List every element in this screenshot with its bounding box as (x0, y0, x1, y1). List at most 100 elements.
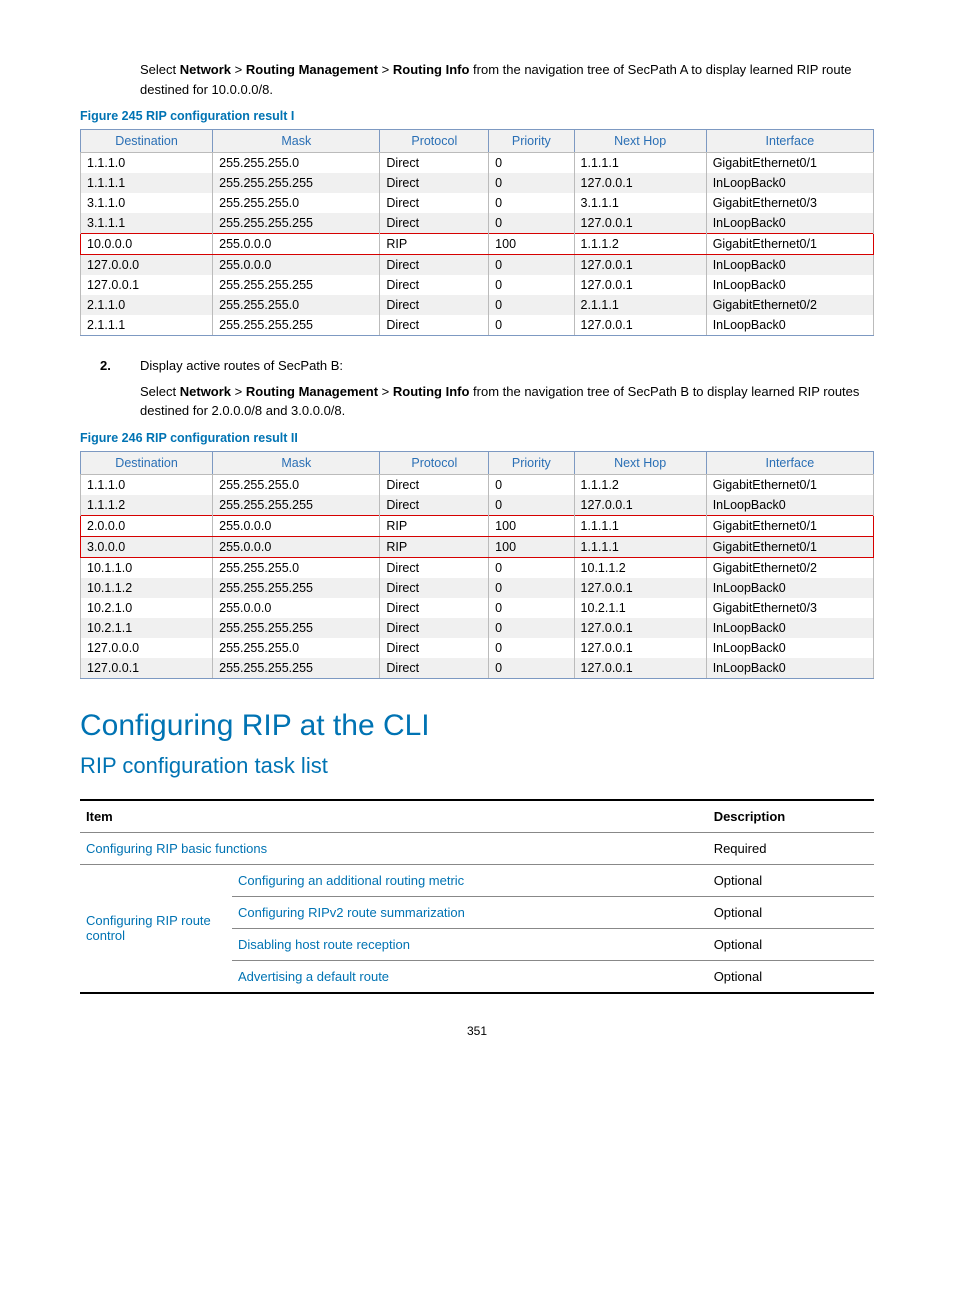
col-desc: Description (708, 800, 874, 833)
task-item-link[interactable]: Configuring RIP basic functions (80, 832, 708, 864)
cell-iface: InLoopBack0 (706, 495, 873, 516)
cell-prio: 100 (489, 536, 574, 557)
col-header: Next Hop (574, 130, 706, 153)
figure-245-caption: Figure 245 RIP configuration result I (80, 109, 874, 123)
col-header: Mask (213, 451, 380, 474)
task-item-link[interactable]: Configuring an additional routing metric (232, 864, 708, 896)
cell-proto: RIP (380, 536, 489, 557)
task-item-link[interactable]: Disabling host route reception (232, 928, 708, 960)
cell-prio: 0 (489, 153, 574, 174)
task-item-link[interactable]: Advertising a default route (232, 960, 708, 993)
cell-prio: 0 (489, 213, 574, 234)
cell-mask: 255.0.0.0 (213, 515, 380, 536)
cell-nexthop: 3.1.1.1 (574, 193, 706, 213)
cell-nexthop: 1.1.1.2 (574, 234, 706, 255)
table-row: 2.1.1.1255.255.255.255Direct0127.0.0.1In… (81, 315, 874, 336)
cell-prio: 0 (489, 295, 574, 315)
cell-iface: InLoopBack0 (706, 213, 873, 234)
cell-dest: 1.1.1.1 (81, 173, 213, 193)
cell-iface: GigabitEthernet0/1 (706, 515, 873, 536)
table-row: 10.0.0.0255.0.0.0RIP1001.1.1.2GigabitEth… (81, 234, 874, 255)
task-item-link[interactable]: Configuring RIPv2 route summarization (232, 896, 708, 928)
cell-prio: 0 (489, 275, 574, 295)
cell-mask: 255.255.255.255 (213, 495, 380, 516)
task-desc: Optional (708, 960, 874, 993)
cell-proto: Direct (380, 193, 489, 213)
table-row: 10.1.1.0255.255.255.0Direct010.1.1.2Giga… (81, 557, 874, 578)
cell-nexthop: 10.2.1.1 (574, 598, 706, 618)
cell-mask: 255.255.255.0 (213, 638, 380, 658)
cell-iface: InLoopBack0 (706, 173, 873, 193)
cell-nexthop: 127.0.0.1 (574, 255, 706, 276)
intro-paragraph-1: Select Network > Routing Management > Ro… (140, 60, 874, 99)
cell-dest: 2.0.0.0 (81, 515, 213, 536)
t: > (231, 62, 246, 77)
cell-iface: GigabitEthernet0/3 (706, 193, 873, 213)
cell-iface: InLoopBack0 (706, 275, 873, 295)
col-header: Next Hop (574, 451, 706, 474)
cell-proto: Direct (380, 495, 489, 516)
cell-nexthop: 127.0.0.1 (574, 578, 706, 598)
task-desc: Optional (708, 864, 874, 896)
intro-paragraph-2: Select Network > Routing Management > Ro… (140, 382, 874, 421)
cell-mask: 255.0.0.0 (213, 255, 380, 276)
cell-dest: 10.1.1.2 (81, 578, 213, 598)
cell-iface: GigabitEthernet0/1 (706, 153, 873, 174)
cell-mask: 255.255.255.0 (213, 295, 380, 315)
cell-proto: Direct (380, 618, 489, 638)
cell-dest: 1.1.1.0 (81, 153, 213, 174)
t: Routing Management (246, 62, 378, 77)
table-row: 2.1.1.0255.255.255.0Direct02.1.1.1Gigabi… (81, 295, 874, 315)
cell-nexthop: 127.0.0.1 (574, 638, 706, 658)
col-header: Destination (81, 130, 213, 153)
cell-nexthop: 127.0.0.1 (574, 173, 706, 193)
t: Network (180, 62, 231, 77)
table-row: 10.1.1.2255.255.255.255Direct0127.0.0.1I… (81, 578, 874, 598)
table-row: 127.0.0.0255.255.255.0Direct0127.0.0.1In… (81, 638, 874, 658)
table-row: 3.1.1.0255.255.255.0Direct03.1.1.1Gigabi… (81, 193, 874, 213)
t: Select (140, 62, 180, 77)
cell-proto: RIP (380, 515, 489, 536)
routing-table-245: DestinationMaskProtocolPriorityNext HopI… (80, 129, 874, 336)
cell-proto: RIP (380, 234, 489, 255)
cell-nexthop: 127.0.0.1 (574, 618, 706, 638)
step-2: 2. Display active routes of SecPath B: (80, 356, 874, 376)
cell-dest: 127.0.0.0 (81, 638, 213, 658)
cell-dest: 127.0.0.1 (81, 275, 213, 295)
t: Routing Info (393, 384, 470, 399)
cell-nexthop: 1.1.1.1 (574, 536, 706, 557)
cell-nexthop: 127.0.0.1 (574, 315, 706, 336)
table-row: 10.2.1.1255.255.255.255Direct0127.0.0.1I… (81, 618, 874, 638)
cell-dest: 1.1.1.0 (81, 474, 213, 495)
cell-nexthop: 1.1.1.1 (574, 153, 706, 174)
cell-iface: InLoopBack0 (706, 658, 873, 679)
table-row: 3.1.1.1255.255.255.255Direct0127.0.0.1In… (81, 213, 874, 234)
table-row: 1.1.1.0255.255.255.0Direct01.1.1.1Gigabi… (81, 153, 874, 174)
cell-mask: 255.0.0.0 (213, 536, 380, 557)
step-text: Display active routes of SecPath B: (140, 358, 343, 373)
col-header: Protocol (380, 130, 489, 153)
table-header-row: Item Description (80, 800, 874, 833)
cell-proto: Direct (380, 474, 489, 495)
task-group-label[interactable]: Configuring RIP route control (80, 864, 232, 993)
task-desc: Required (708, 832, 874, 864)
cell-dest: 3.0.0.0 (81, 536, 213, 557)
table-row: Configuring RIP route controlConfiguring… (80, 864, 874, 896)
cell-dest: 3.1.1.0 (81, 193, 213, 213)
cell-nexthop: 10.1.1.2 (574, 557, 706, 578)
cell-prio: 0 (489, 598, 574, 618)
page-number: 351 (80, 1024, 874, 1038)
cell-iface: InLoopBack0 (706, 618, 873, 638)
table-row: 1.1.1.2255.255.255.255Direct0127.0.0.1In… (81, 495, 874, 516)
task-desc: Optional (708, 928, 874, 960)
t: > (231, 384, 246, 399)
cell-iface: GigabitEthernet0/2 (706, 557, 873, 578)
cell-dest: 10.2.1.0 (81, 598, 213, 618)
cell-iface: GigabitEthernet0/3 (706, 598, 873, 618)
cell-prio: 0 (489, 474, 574, 495)
cell-nexthop: 2.1.1.1 (574, 295, 706, 315)
cell-mask: 255.255.255.0 (213, 557, 380, 578)
cell-mask: 255.255.255.255 (213, 213, 380, 234)
cell-prio: 0 (489, 638, 574, 658)
cell-mask: 255.255.255.255 (213, 173, 380, 193)
